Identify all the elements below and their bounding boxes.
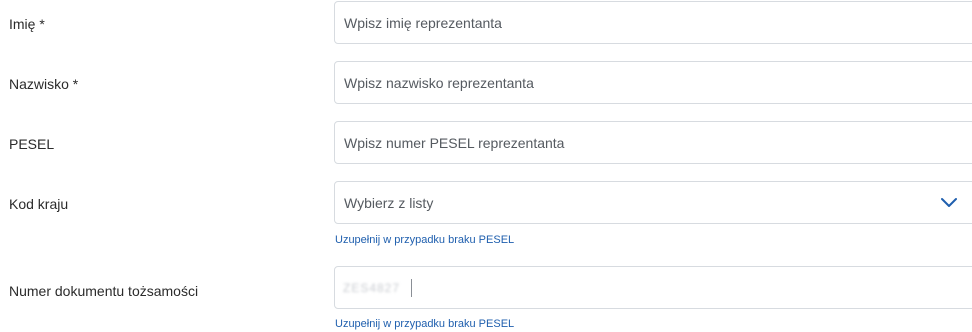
id-document-input[interactable]: ZES4827 bbox=[334, 266, 972, 309]
country-code-select[interactable]: Wybierz z listy bbox=[334, 181, 972, 224]
id-document-value: ZES4827 bbox=[343, 281, 401, 295]
id-document-label: Numer dokumentu tożsamości bbox=[9, 283, 199, 299]
last-name-placeholder: Wpisz nazwisko reprezentanta bbox=[344, 75, 534, 91]
text-caret bbox=[411, 279, 412, 297]
pesel-input[interactable]: Wpisz numer PESEL reprezentanta bbox=[334, 121, 972, 164]
pesel-label: PESEL bbox=[9, 136, 55, 152]
id-document-hint: Uzupełnij w przypadku braku PESEL bbox=[335, 318, 515, 330]
chevron-down-icon[interactable] bbox=[941, 196, 957, 208]
first-name-input[interactable]: Wpisz imię reprezentanta bbox=[334, 1, 972, 44]
country-code-hint: Uzupełnij w przypadku braku PESEL bbox=[335, 234, 515, 246]
last-name-input[interactable]: Wpisz nazwisko reprezentanta bbox=[334, 61, 972, 104]
country-code-placeholder: Wybierz z listy bbox=[344, 195, 434, 211]
first-name-placeholder: Wpisz imię reprezentanta bbox=[344, 15, 502, 31]
last-name-label: Nazwisko * bbox=[9, 76, 79, 92]
first-name-label: Imię * bbox=[9, 16, 45, 32]
pesel-placeholder: Wpisz numer PESEL reprezentanta bbox=[344, 135, 565, 151]
country-code-label: Kod kraju bbox=[9, 196, 69, 212]
